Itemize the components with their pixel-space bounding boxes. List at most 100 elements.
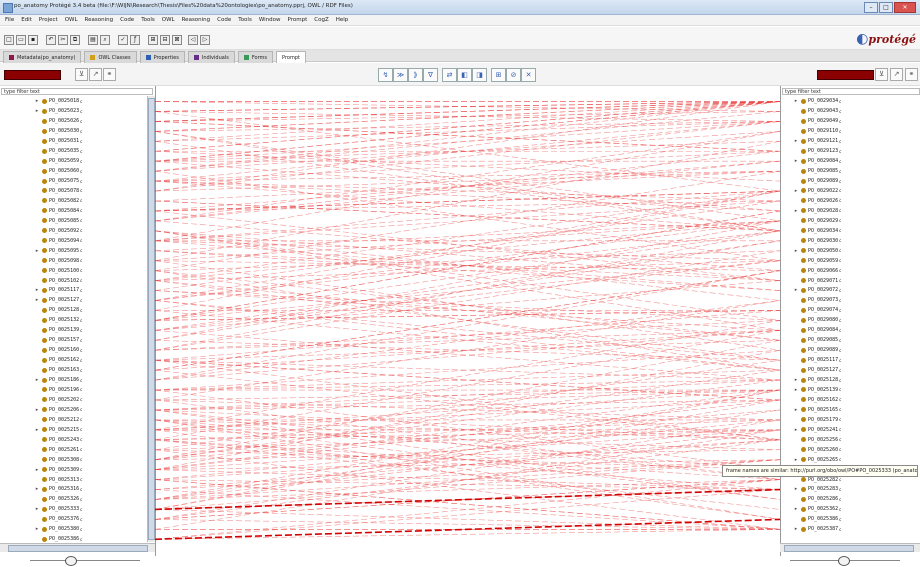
- left-class-row[interactable]: PO_0025102 c: [0, 276, 146, 285]
- left-class-row[interactable]: ▸ PO_0025215 c: [0, 425, 146, 434]
- mapping-line[interactable]: [155, 101, 780, 132]
- expand-icon[interactable]: ▸: [34, 377, 40, 383]
- mapping-line[interactable]: [155, 479, 780, 490]
- expand-icon[interactable]: ▸: [34, 526, 40, 532]
- right-class-row[interactable]: PO_0025127 c: [781, 366, 919, 375]
- right-class-row[interactable]: PO_0029073 c: [781, 296, 919, 305]
- mapping-line[interactable]: [155, 131, 780, 242]
- mapping-line[interactable]: [155, 230, 780, 351]
- right-class-row[interactable]: ▸ PO_0025241 c: [781, 425, 919, 434]
- left-class-row[interactable]: PO_0025031 c: [0, 137, 146, 146]
- mapping-line[interactable]: [155, 190, 780, 281]
- left-class-row[interactable]: PO_0025261 c: [0, 445, 146, 454]
- left-class-row[interactable]: PO_0025100 c: [0, 266, 146, 275]
- mapping-line[interactable]: [155, 310, 780, 321]
- expand-icon[interactable]: ▸: [34, 467, 40, 473]
- tab-owl-classes[interactable]: OWL Classes: [84, 51, 137, 63]
- prompt-tool-4-button[interactable]: ⇄: [442, 68, 457, 82]
- mapping-line[interactable]: [155, 180, 780, 232]
- left-zoom-slider[interactable]: [30, 556, 140, 566]
- left-expand-icon[interactable]: ↗: [89, 68, 102, 81]
- menu-item-cogz[interactable]: CogZ: [314, 15, 328, 25]
- prompt-tool-2-button[interactable]: ⟫: [408, 68, 423, 82]
- right-class-row[interactable]: PO_0029043 c: [781, 107, 919, 116]
- menu-item-window[interactable]: Window: [259, 15, 281, 25]
- right-horizontal-scrollbar[interactable]: [780, 543, 920, 552]
- expand-icon[interactable]: ▸: [34, 506, 40, 512]
- mapping-line[interactable]: [155, 111, 780, 172]
- expand-icon[interactable]: ▸: [793, 506, 799, 512]
- right-class-row[interactable]: PO_0029049 c: [781, 117, 919, 126]
- left-class-row[interactable]: ▸ PO_0025023 c: [0, 107, 146, 116]
- right-class-row[interactable]: PO_0025256 c: [781, 435, 919, 444]
- right-class-row[interactable]: ▸ PO_0029084 c: [781, 157, 919, 166]
- left-class-row[interactable]: PO_0025308 c: [0, 455, 146, 464]
- expand-icon[interactable]: ▸: [34, 297, 40, 303]
- prompt-tool-0-button[interactable]: ↯: [378, 68, 393, 82]
- left-class-row[interactable]: ▸ PO_0025117 c: [0, 286, 146, 295]
- right-zoom-slider[interactable]: [790, 556, 900, 566]
- right-class-row[interactable]: ▸ PO_0029028 c: [781, 206, 919, 215]
- left-class-row[interactable]: PO_0025202 c: [0, 396, 146, 405]
- expand-icon[interactable]: ▸: [34, 407, 40, 413]
- prompt-tool-7-button[interactable]: ⊞: [491, 68, 506, 82]
- mapping-line[interactable]: [155, 519, 780, 530]
- mapping-line[interactable]: [155, 220, 780, 341]
- mapping-line[interactable]: [155, 359, 780, 381]
- mapping-line[interactable]: [155, 121, 780, 192]
- mapping-line[interactable]: [155, 101, 780, 162]
- maximize-button[interactable]: □: [879, 2, 893, 13]
- mapping-line[interactable]: [155, 101, 780, 172]
- save-project-icon[interactable]: ▪: [28, 35, 38, 45]
- menu-item-reasoning[interactable]: Reasoning: [182, 15, 211, 25]
- left-class-row[interactable]: PO_0025243 c: [0, 435, 146, 444]
- close-button[interactable]: ✕: [894, 2, 916, 13]
- mapping-line[interactable]: [155, 200, 780, 212]
- left-class-row[interactable]: PO_0025163 c: [0, 366, 146, 375]
- mapping-line[interactable]: [155, 389, 780, 401]
- left-class-row[interactable]: PO_0025060 c: [0, 167, 146, 176]
- expand-icon[interactable]: ▸: [34, 486, 40, 492]
- prompt-tool-9-button[interactable]: ✕: [521, 68, 536, 82]
- right-class-row[interactable]: ▸ PO_0025128 c: [781, 376, 919, 385]
- tab-metadata-po-anatomy[interactable]: Metadata(po_anatomy): [3, 51, 82, 63]
- prompt-tool-6-button[interactable]: ◨: [472, 68, 487, 82]
- expand-icon[interactable]: ▸: [793, 457, 799, 463]
- left-class-row[interactable]: PO_0025160 c: [0, 346, 146, 355]
- menu-item-project[interactable]: Project: [39, 15, 58, 25]
- mapping-line[interactable]: [155, 121, 780, 142]
- expand-icon[interactable]: ▸: [34, 108, 40, 114]
- expand-icon[interactable]: ▸: [793, 138, 799, 144]
- menu-item-prompt[interactable]: Prompt: [288, 15, 308, 25]
- left-class-row[interactable]: PO_0025078 c: [0, 187, 146, 196]
- right-filter-input[interactable]: type filter text: [782, 88, 920, 95]
- mapping-line[interactable]: [155, 359, 780, 451]
- expand-icon[interactable]: ▸: [34, 427, 40, 433]
- expand-icon[interactable]: ▸: [34, 98, 40, 104]
- menu-item-code[interactable]: Code: [120, 15, 134, 25]
- expand-icon[interactable]: ▸: [793, 188, 799, 194]
- mapping-line[interactable]: [155, 369, 780, 391]
- right-class-row[interactable]: ▸ PO_0025283 c: [781, 485, 919, 494]
- mapping-line[interactable]: [155, 260, 780, 331]
- left-class-row[interactable]: ▸ PO_0025380 c: [0, 525, 146, 534]
- right-link-icon[interactable]: ⚭: [905, 68, 918, 81]
- right-expand-icon[interactable]: ↗: [890, 68, 903, 81]
- left-class-row[interactable]: PO_0025094 c: [0, 236, 146, 245]
- right-class-row[interactable]: PO_0029089 c: [781, 177, 919, 186]
- new-project-icon[interactable]: □: [4, 35, 14, 45]
- import-icon[interactable]: ⊟: [160, 35, 170, 45]
- left-class-row[interactable]: PO_0025030 c: [0, 127, 146, 136]
- mapping-line[interactable]: [155, 349, 780, 391]
- right-class-row[interactable]: PO_0025117 c: [781, 356, 919, 365]
- mapping-line[interactable]: [155, 509, 780, 530]
- left-class-row[interactable]: PO_0025035 c: [0, 147, 146, 156]
- forward-icon[interactable]: ▷: [200, 35, 210, 45]
- right-class-row[interactable]: ▸ PO_0025362 c: [781, 505, 919, 514]
- left-class-row[interactable]: PO_0025132 c: [0, 316, 146, 325]
- prompt-tool-3-button[interactable]: ∇: [423, 68, 438, 82]
- expand-icon[interactable]: ▸: [34, 287, 40, 293]
- right-slider-knob[interactable]: [838, 556, 850, 566]
- left-class-row[interactable]: PO_0025085 c: [0, 216, 146, 225]
- tab-individuals[interactable]: Individuals: [187, 51, 235, 63]
